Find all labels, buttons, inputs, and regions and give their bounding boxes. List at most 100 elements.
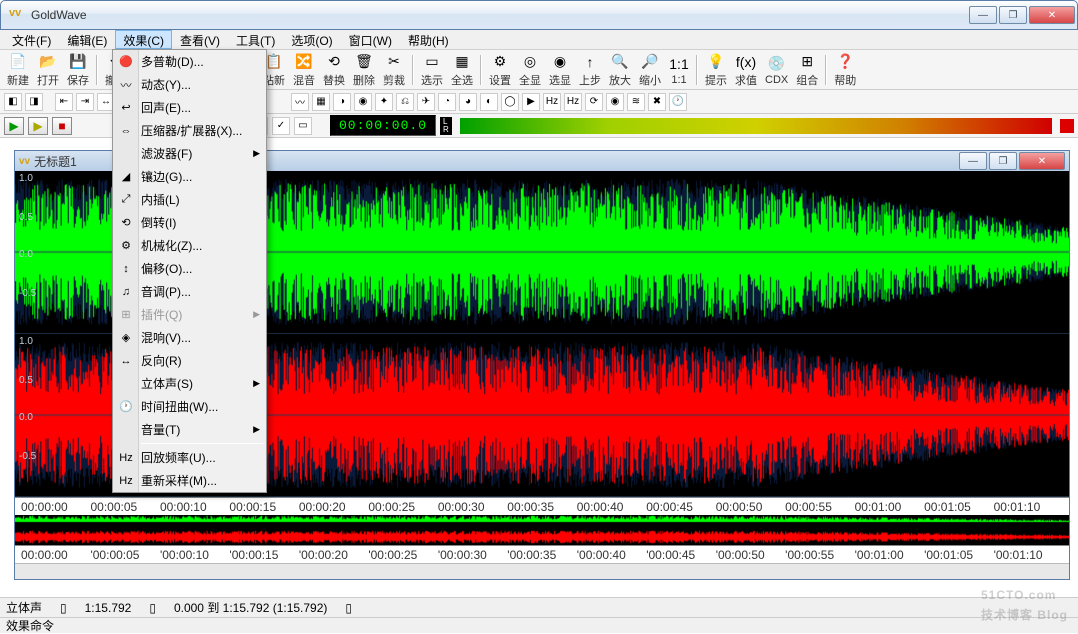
- toolbar-打开[interactable]: 📂打开: [34, 51, 62, 89]
- main-timeline[interactable]: 00:00:0000:00:0500:00:1000:00:1500:00:20…: [15, 497, 1069, 515]
- small-tool-icon[interactable]: ◧: [4, 93, 22, 111]
- toolbar-设置[interactable]: ⚙设置: [486, 51, 514, 89]
- effects-menu-item[interactable]: ♫音调(P)...: [113, 280, 266, 303]
- effects-menu-item[interactable]: 〰动态(Y)...: [113, 73, 266, 96]
- small-tool-icon[interactable]: ▦: [312, 93, 330, 111]
- toolbar-求值[interactable]: f(x)求值: [732, 51, 760, 89]
- axis-label: -0.5: [19, 451, 36, 462]
- play-button[interactable]: ▶: [4, 117, 24, 135]
- menu-效果[interactable]: 效果(C): [115, 30, 172, 49]
- small-tool-icon[interactable]: ◔: [438, 93, 456, 111]
- overview-timeline[interactable]: 00:00:00'00:00:05'00:00:10'00:00:15'00:0…: [15, 545, 1069, 563]
- toolbar-全显[interactable]: ◎全显: [516, 51, 544, 89]
- small-tool-icon[interactable]: ⇤: [55, 93, 73, 111]
- effects-menu-item[interactable]: 立体声(S)▶: [113, 372, 266, 395]
- overview-waveform[interactable]: [15, 515, 1069, 545]
- effects-menu-item[interactable]: ↩回声(E)...: [113, 96, 266, 119]
- small-tool-icon[interactable]: 🕐: [669, 93, 687, 111]
- effects-menu-item[interactable]: 🕐时间扭曲(W)...: [113, 395, 266, 418]
- effects-menu-item[interactable]: 🔴多普勒(D)...: [113, 50, 266, 73]
- doc-maximize-button[interactable]: ❐: [989, 152, 1017, 170]
- small-tool-icon[interactable]: ⟳: [585, 93, 603, 111]
- toolbar-icon: 📂: [38, 52, 58, 72]
- menu-item-icon: ↩: [117, 100, 135, 116]
- small-tool-icon[interactable]: ✦: [375, 93, 393, 111]
- menu-编辑[interactable]: 编辑(E): [59, 30, 115, 49]
- menu-item-label: 压缩器/扩展器(X)...: [141, 122, 242, 139]
- effects-menu-item[interactable]: Hz回放频率(U)...: [113, 446, 266, 469]
- effects-menu-item[interactable]: Hz重新采样(M)...: [113, 469, 266, 492]
- small-tool-icon[interactable]: ◨: [25, 93, 43, 111]
- close-button[interactable]: ✕: [1029, 6, 1075, 24]
- doc-minimize-button[interactable]: —: [959, 152, 987, 170]
- time-tick: 00:00:15: [229, 500, 298, 514]
- toolbar-icon: 🔀: [294, 52, 314, 72]
- doc-close-button[interactable]: ✕: [1019, 152, 1065, 170]
- menu-文件[interactable]: 文件(F): [4, 30, 59, 49]
- small-tool-icon[interactable]: ◉: [606, 93, 624, 111]
- small-tool-icon[interactable]: Hz: [543, 93, 561, 111]
- option-icon[interactable]: ▭: [294, 117, 312, 135]
- maximize-button[interactable]: ❐: [999, 6, 1027, 24]
- toolbar-新建[interactable]: 📄新建: [4, 51, 32, 89]
- option-icon[interactable]: ✓: [272, 117, 290, 135]
- effects-menu-item[interactable]: ⚙机械化(Z)...: [113, 234, 266, 257]
- toolbar-上步[interactable]: ↑上步: [576, 51, 604, 89]
- toolbar-缩小[interactable]: 🔎缩小: [636, 51, 664, 89]
- stop-button[interactable]: ■: [52, 117, 72, 135]
- menu-查看[interactable]: 查看(V): [172, 30, 228, 49]
- toolbar-帮助[interactable]: ❓帮助: [831, 51, 859, 89]
- toolbar-混音[interactable]: 🔀混音: [290, 51, 318, 89]
- effects-menu-item[interactable]: ⟲倒转(I): [113, 211, 266, 234]
- toolbar-icon: 💿: [767, 54, 787, 74]
- effects-menu-item[interactable]: ⤢内插(L): [113, 188, 266, 211]
- menu-工具[interactable]: 工具(T): [228, 30, 283, 49]
- menu-item-icon: ↔: [117, 353, 135, 369]
- toolbar-label: 保存: [67, 72, 89, 88]
- toolbar-保存[interactable]: 💾保存: [64, 51, 92, 89]
- small-tool-icon[interactable]: Hz: [564, 93, 582, 111]
- effects-menu-item[interactable]: ◈混响(V)...: [113, 326, 266, 349]
- menu-item-label: 音调(P)...: [141, 283, 191, 300]
- toolbar-提示[interactable]: 💡提示: [702, 51, 730, 89]
- small-tool-icon[interactable]: ◐: [480, 93, 498, 111]
- toolbar-替换[interactable]: ⟲替换: [320, 51, 348, 89]
- small-tool-icon[interactable]: ≋: [627, 93, 645, 111]
- time-tick: 00:01:00: [855, 500, 924, 514]
- small-tool-icon[interactable]: ▶: [522, 93, 540, 111]
- effects-menu-item[interactable]: 音量(T)▶: [113, 418, 266, 441]
- small-tool-icon[interactable]: 〰: [291, 93, 309, 111]
- small-tool-icon[interactable]: ◕: [459, 93, 477, 111]
- toolbar-全选[interactable]: ▦全选: [448, 51, 476, 89]
- toolbar-label: 打开: [37, 72, 59, 88]
- toolbar-label: 上步: [579, 72, 601, 88]
- toolbar-CDX[interactable]: 💿CDX: [762, 53, 791, 87]
- small-tool-icon[interactable]: ✖: [648, 93, 666, 111]
- toolbar-删除[interactable]: 🗑删除: [350, 51, 378, 89]
- toolbar-1:1[interactable]: 1:11:1: [666, 53, 692, 87]
- toolbar-放大[interactable]: 🔍放大: [606, 51, 634, 89]
- minimize-button[interactable]: —: [969, 6, 997, 24]
- toolbar-剪裁[interactable]: ✂剪裁: [380, 51, 408, 89]
- toolbar-选示[interactable]: ▭选示: [418, 51, 446, 89]
- small-tool-icon[interactable]: ⎌: [396, 93, 414, 111]
- horizontal-scrollbar[interactable]: [15, 563, 1069, 579]
- toolbar-选显[interactable]: ◉选显: [546, 51, 574, 89]
- toolbar-icon: ◎: [520, 52, 540, 72]
- effects-menu-item[interactable]: 滤波器(F)▶: [113, 142, 266, 165]
- toolbar-icon: ⟲: [324, 52, 344, 72]
- small-tool-icon[interactable]: ◯: [501, 93, 519, 111]
- effects-menu-item[interactable]: ◢镶边(G)...: [113, 165, 266, 188]
- menu-选项[interactable]: 选项(O): [283, 30, 340, 49]
- effects-menu-item[interactable]: ↔反向(R): [113, 349, 266, 372]
- menu-窗口[interactable]: 窗口(W): [341, 30, 400, 49]
- small-tool-icon[interactable]: ✈: [417, 93, 435, 111]
- small-tool-icon[interactable]: ◑: [333, 93, 351, 111]
- effects-menu-item[interactable]: ⇔压缩器/扩展器(X)...: [113, 119, 266, 142]
- toolbar-组合[interactable]: ⊞组合: [793, 51, 821, 89]
- small-tool-icon[interactable]: ⇥: [76, 93, 94, 111]
- small-tool-icon[interactable]: ◉: [354, 93, 372, 111]
- menu-帮助[interactable]: 帮助(H): [400, 30, 457, 49]
- effects-menu-item[interactable]: ↕偏移(O)...: [113, 257, 266, 280]
- play-selection-button[interactable]: ▶: [28, 117, 48, 135]
